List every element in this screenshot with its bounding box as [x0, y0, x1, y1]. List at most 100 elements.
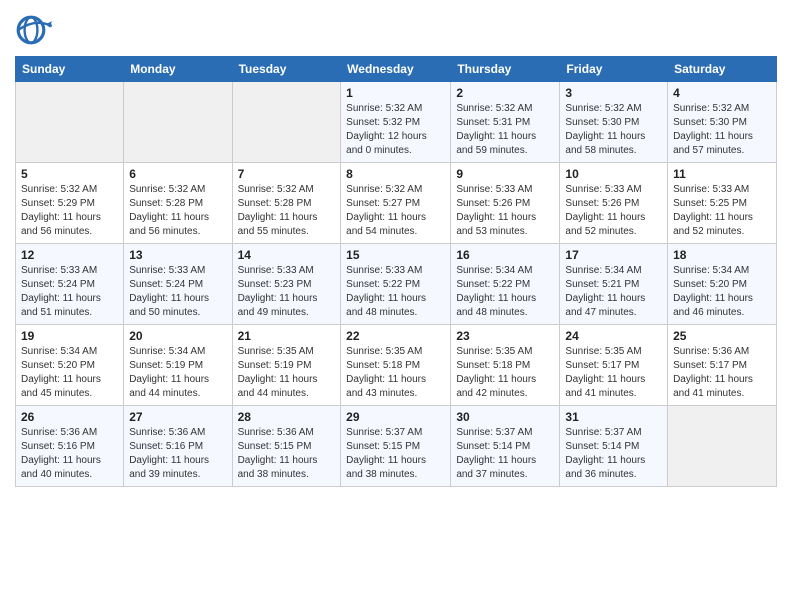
day-info: Sunrise: 5:33 AM Sunset: 5:25 PM Dayligh… — [673, 183, 771, 239]
calendar-day: 12 Sunrise: 5:33 AM Sunset: 5:24 PM Dayli… — [16, 244, 124, 325]
day-info: Sunrise: 5:32 AM Sunset: 5:28 PM Dayligh… — [238, 183, 336, 239]
calendar-day: 8 Sunrise: 5:32 AM Sunset: 5:27 PM Daylig… — [341, 163, 451, 244]
calendar-day: 31 Sunrise: 5:37 AM Sunset: 5:14 PM Dayli… — [560, 406, 668, 487]
calendar-week-4: 19 Sunrise: 5:34 AM Sunset: 5:20 PM Dayli… — [16, 325, 777, 406]
day-number: 18 — [673, 248, 771, 262]
day-number: 19 — [21, 329, 118, 343]
calendar-day: 17 Sunrise: 5:34 AM Sunset: 5:21 PM Dayli… — [560, 244, 668, 325]
day-number: 30 — [456, 410, 554, 424]
day-number: 25 — [673, 329, 771, 343]
day-number: 15 — [346, 248, 445, 262]
day-info: Sunrise: 5:34 AM Sunset: 5:19 PM Dayligh… — [129, 345, 226, 401]
day-info: Sunrise: 5:32 AM Sunset: 5:30 PM Dayligh… — [565, 102, 662, 158]
day-number: 26 — [21, 410, 118, 424]
day-number: 23 — [456, 329, 554, 343]
day-number: 1 — [346, 86, 445, 100]
day-number: 2 — [456, 86, 554, 100]
calendar-day: 29Sunrise: 5:37 AM Sunset: 5:15 PM Dayli… — [341, 406, 451, 487]
day-info: Sunrise: 5:34 AM Sunset: 5:21 PM Dayligh… — [565, 264, 662, 320]
calendar-day: 16 Sunrise: 5:34 AM Sunset: 5:22 PM Dayli… — [451, 244, 560, 325]
calendar-day: 9Sunrise: 5:33 AM Sunset: 5:26 PM Daylig… — [451, 163, 560, 244]
calendar-day — [232, 82, 341, 163]
day-number: 3 — [565, 86, 662, 100]
day-header-sunday: Sunday — [16, 57, 124, 82]
day-number: 5 — [21, 167, 118, 181]
day-info: Sunrise: 5:33 AM Sunset: 5:24 PM Dayligh… — [21, 264, 118, 320]
calendar-day — [16, 82, 124, 163]
calendar-week-1: 1Sunrise: 5:32 AM Sunset: 5:32 PM Daylig… — [16, 82, 777, 163]
calendar-day: 19 Sunrise: 5:34 AM Sunset: 5:20 PM Dayli… — [16, 325, 124, 406]
day-info: Sunrise: 5:36 AM Sunset: 5:15 PM Dayligh… — [238, 426, 336, 482]
calendar-day: 4Sunrise: 5:32 AM Sunset: 5:30 PM Daylig… — [668, 82, 777, 163]
logo — [15, 10, 59, 50]
calendar-day — [668, 406, 777, 487]
day-number: 10 — [565, 167, 662, 181]
calendar-day: 7 Sunrise: 5:32 AM Sunset: 5:28 PM Daylig… — [232, 163, 341, 244]
calendar-day: 11Sunrise: 5:33 AM Sunset: 5:25 PM Dayli… — [668, 163, 777, 244]
day-header-wednesday: Wednesday — [341, 57, 451, 82]
day-info: Sunrise: 5:34 AM Sunset: 5:22 PM Dayligh… — [456, 264, 554, 320]
calendar-day: 14 Sunrise: 5:33 AM Sunset: 5:23 PM Dayli… — [232, 244, 341, 325]
logo-icon — [15, 10, 55, 50]
day-header-thursday: Thursday — [451, 57, 560, 82]
calendar-day: 21Sunrise: 5:35 AM Sunset: 5:19 PM Dayli… — [232, 325, 341, 406]
day-number: 14 — [238, 248, 336, 262]
day-info: Sunrise: 5:32 AM Sunset: 5:28 PM Dayligh… — [129, 183, 226, 239]
day-number: 24 — [565, 329, 662, 343]
calendar-day: 3 Sunrise: 5:32 AM Sunset: 5:30 PM Daylig… — [560, 82, 668, 163]
day-info: Sunrise: 5:33 AM Sunset: 5:23 PM Dayligh… — [238, 264, 336, 320]
page-container: SundayMondayTuesdayWednesdayThursdayFrid… — [0, 0, 792, 497]
day-number: 20 — [129, 329, 226, 343]
day-info: Sunrise: 5:36 AM Sunset: 5:16 PM Dayligh… — [21, 426, 118, 482]
calendar-day: 10 Sunrise: 5:33 AM Sunset: 5:26 PM Dayli… — [560, 163, 668, 244]
day-number: 31 — [565, 410, 662, 424]
day-number: 12 — [21, 248, 118, 262]
day-header-saturday: Saturday — [668, 57, 777, 82]
calendar-day: 20 Sunrise: 5:34 AM Sunset: 5:19 PM Dayli… — [124, 325, 232, 406]
day-info: Sunrise: 5:32 AM Sunset: 5:31 PM Dayligh… — [456, 102, 554, 158]
day-info: Sunrise: 5:36 AM Sunset: 5:16 PM Dayligh… — [129, 426, 226, 482]
day-info: Sunrise: 5:32 AM Sunset: 5:30 PM Dayligh… — [673, 102, 771, 158]
calendar-day: 25 Sunrise: 5:36 AM Sunset: 5:17 PM Dayli… — [668, 325, 777, 406]
day-number: 22 — [346, 329, 445, 343]
header — [15, 10, 777, 50]
day-number: 27 — [129, 410, 226, 424]
calendar-day: 6 Sunrise: 5:32 AM Sunset: 5:28 PM Daylig… — [124, 163, 232, 244]
calendar-day: 28 Sunrise: 5:36 AM Sunset: 5:15 PM Dayli… — [232, 406, 341, 487]
day-info: Sunrise: 5:33 AM Sunset: 5:26 PM Dayligh… — [565, 183, 662, 239]
day-info: Sunrise: 5:32 AM Sunset: 5:27 PM Dayligh… — [346, 183, 445, 239]
day-number: 7 — [238, 167, 336, 181]
calendar-day: 5 Sunrise: 5:32 AM Sunset: 5:29 PM Daylig… — [16, 163, 124, 244]
day-number: 17 — [565, 248, 662, 262]
day-info: Sunrise: 5:32 AM Sunset: 5:29 PM Dayligh… — [21, 183, 118, 239]
day-header-friday: Friday — [560, 57, 668, 82]
day-info: Sunrise: 5:34 AM Sunset: 5:20 PM Dayligh… — [673, 264, 771, 320]
calendar-week-2: 5 Sunrise: 5:32 AM Sunset: 5:29 PM Daylig… — [16, 163, 777, 244]
calendar-week-3: 12 Sunrise: 5:33 AM Sunset: 5:24 PM Dayli… — [16, 244, 777, 325]
calendar-week-5: 26 Sunrise: 5:36 AM Sunset: 5:16 PM Dayli… — [16, 406, 777, 487]
day-info: Sunrise: 5:34 AM Sunset: 5:20 PM Dayligh… — [21, 345, 118, 401]
day-header-monday: Monday — [124, 57, 232, 82]
day-info: Sunrise: 5:37 AM Sunset: 5:14 PM Dayligh… — [565, 426, 662, 482]
calendar-day: 26 Sunrise: 5:36 AM Sunset: 5:16 PM Dayli… — [16, 406, 124, 487]
calendar-day: 13Sunrise: 5:33 AM Sunset: 5:24 PM Dayli… — [124, 244, 232, 325]
day-number: 28 — [238, 410, 336, 424]
calendar-day: 2 Sunrise: 5:32 AM Sunset: 5:31 PM Daylig… — [451, 82, 560, 163]
day-info: Sunrise: 5:37 AM Sunset: 5:14 PM Dayligh… — [456, 426, 554, 482]
day-number: 6 — [129, 167, 226, 181]
calendar-table: SundayMondayTuesdayWednesdayThursdayFrid… — [15, 56, 777, 487]
day-info: Sunrise: 5:37 AM Sunset: 5:15 PM Dayligh… — [346, 426, 445, 482]
calendar-day: 22Sunrise: 5:35 AM Sunset: 5:18 PM Dayli… — [341, 325, 451, 406]
calendar-day — [124, 82, 232, 163]
calendar-day: 15 Sunrise: 5:33 AM Sunset: 5:22 PM Dayli… — [341, 244, 451, 325]
calendar-day: 1Sunrise: 5:32 AM Sunset: 5:32 PM Daylig… — [341, 82, 451, 163]
day-info: Sunrise: 5:35 AM Sunset: 5:18 PM Dayligh… — [456, 345, 554, 401]
day-info: Sunrise: 5:33 AM Sunset: 5:22 PM Dayligh… — [346, 264, 445, 320]
day-number: 16 — [456, 248, 554, 262]
day-header-tuesday: Tuesday — [232, 57, 341, 82]
day-info: Sunrise: 5:35 AM Sunset: 5:19 PM Dayligh… — [238, 345, 336, 401]
day-number: 8 — [346, 167, 445, 181]
day-info: Sunrise: 5:33 AM Sunset: 5:26 PM Dayligh… — [456, 183, 554, 239]
day-info: Sunrise: 5:36 AM Sunset: 5:17 PM Dayligh… — [673, 345, 771, 401]
day-number: 13 — [129, 248, 226, 262]
